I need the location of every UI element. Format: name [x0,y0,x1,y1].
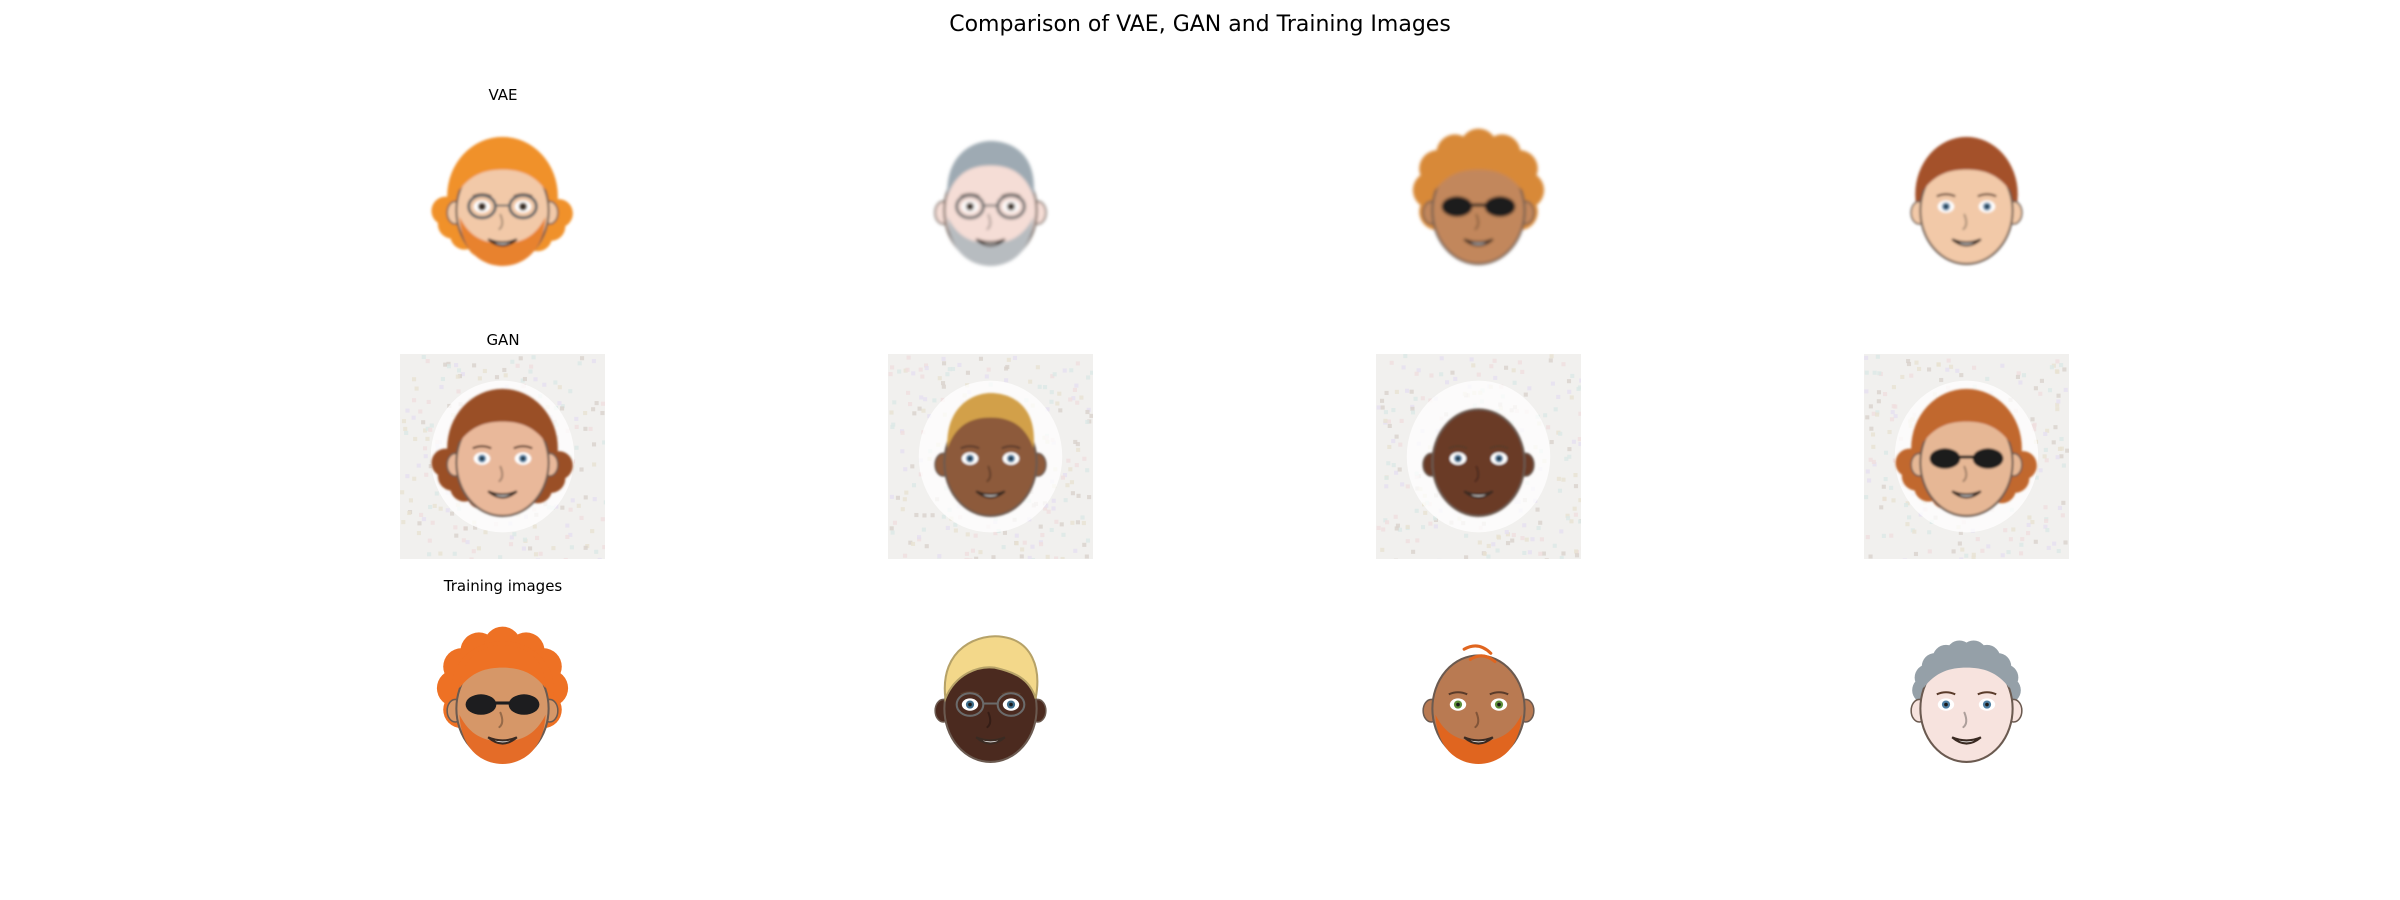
vae-face-image [400,102,605,307]
gan-sample-4 [1864,354,2069,559]
gan-sample-3 [1376,354,1581,559]
gan-sample-1 [400,354,605,559]
gan-face-image [888,354,1093,559]
gan-face-image [1864,354,2069,559]
train-sample-4 [1864,600,2069,805]
vae-face-image [1864,102,2069,307]
row-label-training: Training images [353,577,653,595]
vae-sample-1 [400,102,605,307]
gan-face-image [400,354,605,559]
gan-sample-2 [888,354,1093,559]
vae-face-image [888,102,1093,307]
train-face-image [1376,600,1581,805]
row-label-gan: GAN [353,331,653,349]
vae-face-image [1376,102,1581,307]
train-face-image [888,600,1093,805]
vae-sample-4 [1864,102,2069,307]
train-face-image [1864,600,2069,805]
train-sample-2 [888,600,1093,805]
train-sample-3 [1376,600,1581,805]
train-sample-1 [400,600,605,805]
figure-title: Comparison of VAE, GAN and Training Imag… [0,12,2400,37]
gan-face-image [1376,354,1581,559]
vae-sample-3 [1376,102,1581,307]
train-face-image [400,600,605,805]
vae-sample-2 [888,102,1093,307]
